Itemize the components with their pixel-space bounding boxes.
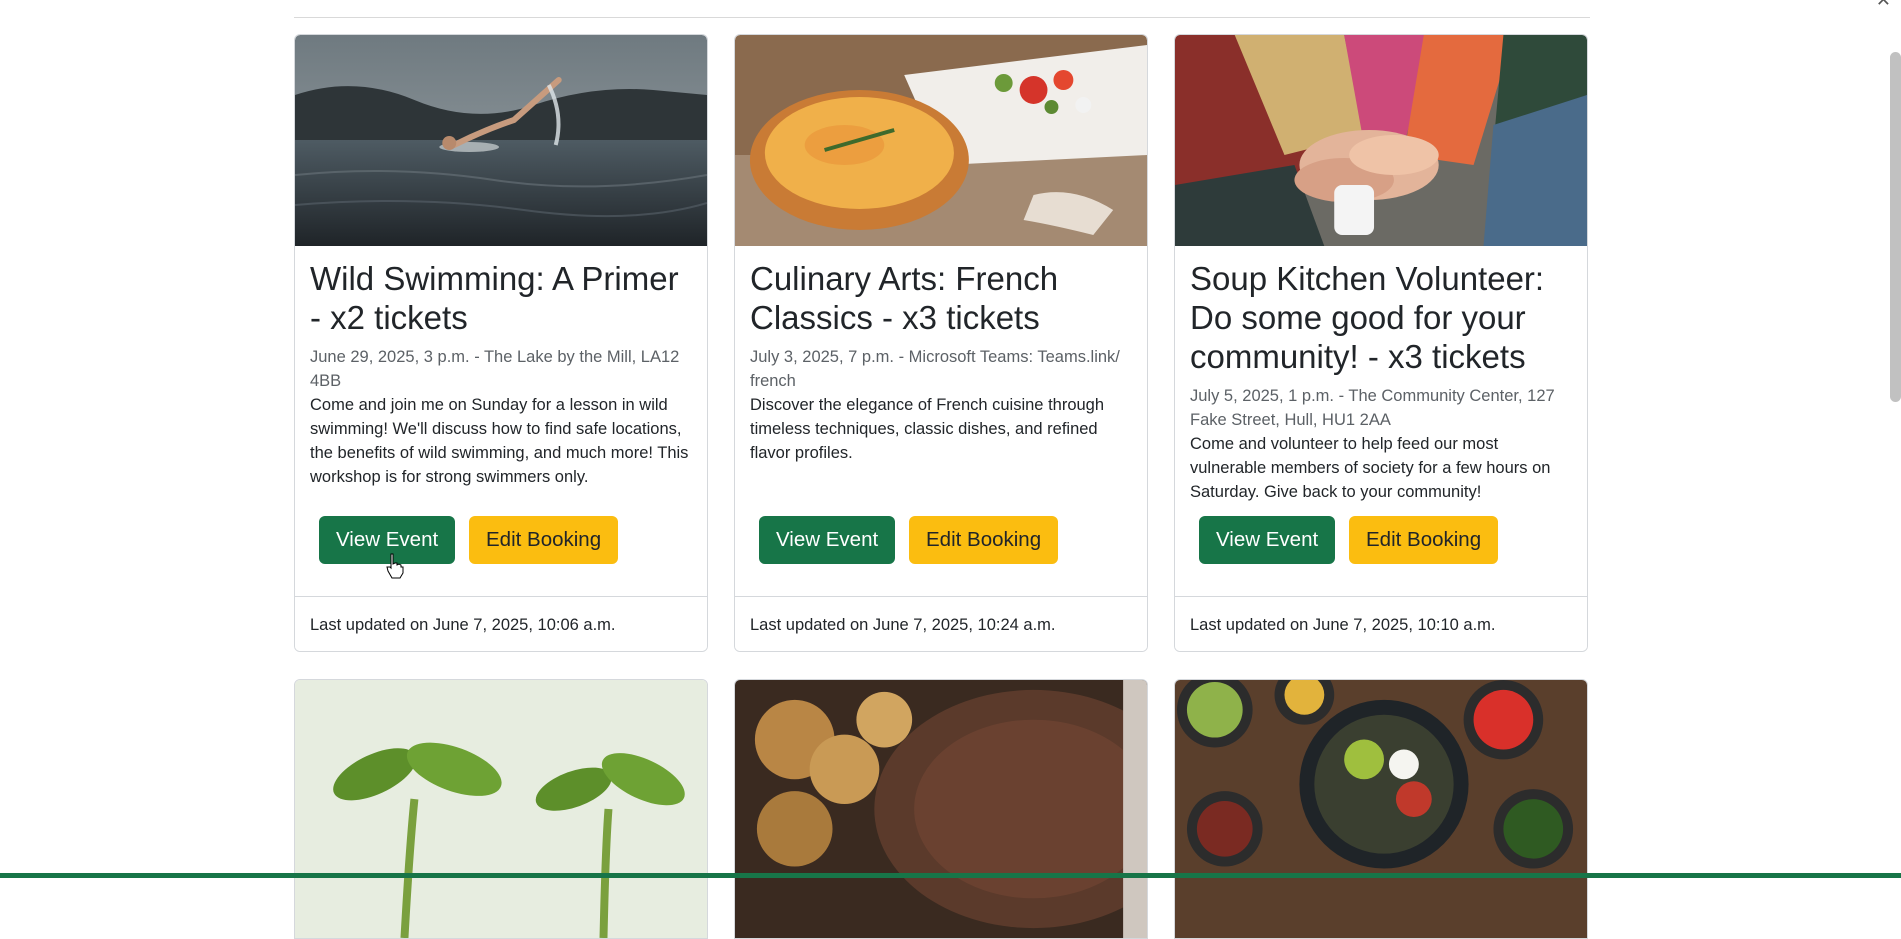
card-footer-last-updated: Last updated on June 7, 2025, 10:24 a.m. bbox=[735, 596, 1147, 651]
view-event-button[interactable]: View Event bbox=[759, 516, 896, 564]
edit-booking-button[interactable]: Edit Booking bbox=[469, 516, 619, 564]
event-description: Come and volunteer to help feed our most… bbox=[1190, 435, 1551, 501]
event-card-soup-kitchen: Soup Kitchen Volunteer: Do some good for… bbox=[1174, 34, 1588, 652]
page-scrollbar-thumb[interactable] bbox=[1890, 52, 1901, 402]
event-title: Soup Kitchen Volunteer: Do some good for… bbox=[1190, 260, 1545, 375]
edit-booking-button[interactable]: Edit Booking bbox=[909, 516, 1059, 564]
close-icon[interactable]: ✕ bbox=[1876, 0, 1891, 11]
event-card-culinary-arts: Culinary Arts: French Classics - x3 tick… bbox=[734, 34, 1148, 652]
hand-pointer-cursor-icon bbox=[386, 553, 404, 579]
event-image-quiche bbox=[735, 35, 1147, 246]
event-date-location: June 29, 2025, 3 p.m. - The Lake by the … bbox=[310, 348, 680, 390]
card-footer-last-updated: Last updated on June 7, 2025, 10:06 a.m. bbox=[295, 596, 707, 651]
event-card-image-steak bbox=[734, 679, 1148, 939]
event-title: Wild Swimming: A Primer - x2 tickets bbox=[310, 260, 679, 336]
top-divider bbox=[294, 17, 1590, 18]
card-footer-last-updated: Last updated on June 7, 2025, 10:10 a.m. bbox=[1175, 596, 1587, 651]
view-event-button[interactable]: View Event bbox=[1199, 516, 1336, 564]
edit-booking-button[interactable]: Edit Booking bbox=[1349, 516, 1499, 564]
event-card-image-seedlings bbox=[294, 679, 708, 939]
event-card-image-bowls bbox=[1174, 679, 1588, 939]
event-image-stacked-hands bbox=[1175, 35, 1587, 246]
event-image-lake-swimmer bbox=[295, 35, 707, 246]
event-card-wild-swimming: Wild Swimming: A Primer - x2 tickets Jun… bbox=[294, 34, 708, 652]
event-description: Discover the elegance of French cuisine … bbox=[750, 396, 1105, 462]
event-date-location: July 3, 2025, 7 p.m. - Microsoft Teams: … bbox=[750, 348, 1120, 390]
bottom-accent-bar bbox=[0, 873, 1901, 878]
event-title: Culinary Arts: French Classics - x3 tick… bbox=[750, 260, 1059, 336]
event-description: Come and join me on Sunday for a lesson … bbox=[310, 396, 689, 486]
event-date-location: July 5, 2025, 1 p.m. - The Community Cen… bbox=[1190, 387, 1555, 429]
